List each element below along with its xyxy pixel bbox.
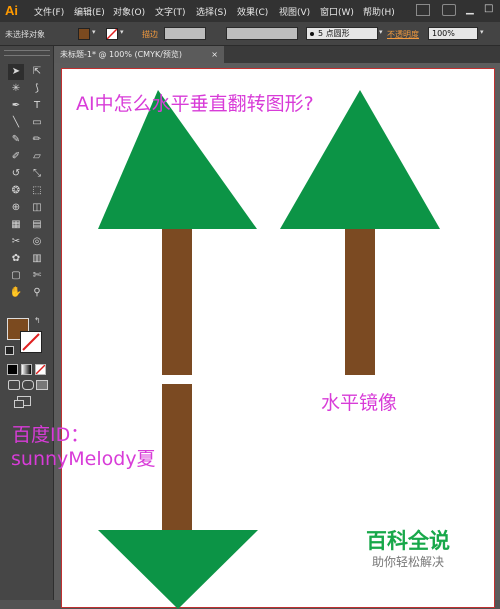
menu-view[interactable]: 视图(V) <box>279 5 310 18</box>
brand-tagline: 助你轻松解决 <box>372 555 445 569</box>
hand-tool-icon[interactable]: ✋ <box>8 285 24 301</box>
blend-tool-icon[interactable]: ◎ <box>29 234 45 250</box>
brush-definition[interactable]: 5 点圆形 <box>306 27 378 40</box>
menu-object[interactable]: 对象(O) <box>113 5 145 18</box>
perspective-tool-icon[interactable]: ◫ <box>29 200 45 216</box>
stroke-swatch[interactable] <box>106 28 118 40</box>
variable-width-profile[interactable] <box>226 27 298 40</box>
selection-status: 未选择对象 <box>5 30 45 39</box>
gradient-mode-icon[interactable] <box>21 364 32 375</box>
type-tool-icon[interactable]: T <box>29 98 45 114</box>
scale-tool-icon[interactable]: ⤡ <box>29 166 45 182</box>
gradient-tool-icon[interactable]: ▤ <box>29 217 45 233</box>
canvas-title: AI中怎么水平垂直翻转图形? <box>76 93 314 115</box>
close-tab-icon[interactable]: × <box>211 46 218 63</box>
symbol-sprayer-tool-icon[interactable]: ✿ <box>8 251 24 267</box>
stroke-color-box[interactable] <box>20 331 42 353</box>
color-mode-icon[interactable] <box>7 364 18 375</box>
brush-shape: 点圆形 <box>325 29 350 38</box>
pen-tool-icon[interactable]: ✒ <box>8 98 24 114</box>
flipped-tree-trunk[interactable] <box>162 384 192 530</box>
eraser-tool-icon[interactable]: ▱ <box>29 149 45 165</box>
blob-brush-tool-icon[interactable]: ✐ <box>8 149 24 165</box>
swap-fill-stroke-icon[interactable]: ↰ <box>34 316 41 325</box>
draw-behind-icon[interactable] <box>22 380 34 390</box>
credit-line-2: sunnyMelody夏 <box>11 448 156 470</box>
none-mode-icon[interactable] <box>35 364 46 375</box>
menu-window[interactable]: 窗口(W) <box>320 5 354 18</box>
menu-select[interactable]: 选择(S) <box>196 5 227 18</box>
layout-icon[interactable] <box>442 4 456 16</box>
draw-normal-icon[interactable] <box>8 380 20 390</box>
document-tab-label: 未标题-1* @ 100% (CMYK/预览) <box>60 50 183 59</box>
control-bar: 未选择对象 ▾ ▾ 描边 5 点圆形 ▾ 不透明度 100% ▾ <box>0 22 500 46</box>
opacity-label[interactable]: 不透明度 <box>387 29 419 40</box>
screen-mode-icon[interactable] <box>14 396 31 408</box>
eyedropper-tool-icon[interactable]: ✂ <box>8 234 24 250</box>
draw-inside-icon[interactable] <box>36 380 48 390</box>
fill-dropdown-icon[interactable]: ▾ <box>92 28 96 36</box>
menu-edit[interactable]: 编辑(E) <box>74 5 105 18</box>
rotate-tool-icon[interactable]: ↺ <box>8 166 24 182</box>
selection-tool-icon[interactable]: ➤ <box>8 64 24 80</box>
fill-swatch[interactable] <box>78 28 90 40</box>
menu-help[interactable]: 帮助(H) <box>363 5 395 18</box>
menu-bar: Ai 文件(F) 编辑(E) 对象(O) 文字(T) 选择(S) 效果(C) 视… <box>0 0 500 22</box>
direct-selection-tool-icon[interactable]: ⇱ <box>29 64 45 80</box>
left-tree-trunk[interactable] <box>162 229 192 375</box>
paintbrush-tool-icon[interactable]: ✎ <box>8 132 24 148</box>
maximize-icon[interactable]: □ <box>484 3 493 14</box>
minimize-icon[interactable]: ▁ <box>466 4 474 15</box>
document-tab[interactable]: 未标题-1* @ 100% (CMYK/预览) × <box>54 46 224 63</box>
right-tree-trunk[interactable] <box>345 229 375 375</box>
app-logo: Ai <box>5 3 18 18</box>
document-tab-bar: 未标题-1* @ 100% (CMYK/预览) × <box>54 46 500 63</box>
opacity-field[interactable]: 100% <box>428 27 478 40</box>
panel-grip[interactable] <box>4 50 50 56</box>
slice-tool-icon[interactable]: ✄ <box>29 268 45 284</box>
warp-tool-icon[interactable]: ❂ <box>8 183 24 199</box>
rectangle-tool-icon[interactable]: ▭ <box>29 115 45 131</box>
default-colors-icon[interactable] <box>5 346 14 355</box>
line-tool-icon[interactable]: ╲ <box>8 115 24 131</box>
credit-line-1: 百度ID： <box>12 424 90 446</box>
shape-builder-tool-icon[interactable]: ⊕ <box>8 200 24 216</box>
lasso-tool-icon[interactable]: ⟆ <box>29 81 45 97</box>
arrange-documents-icon[interactable] <box>416 4 430 16</box>
menu-type[interactable]: 文字(T) <box>155 5 186 18</box>
opacity-dropdown-icon[interactable]: ▾ <box>480 28 484 36</box>
menu-file[interactable]: 文件(F) <box>34 5 64 18</box>
stroke-weight-field[interactable] <box>164 27 206 40</box>
mesh-tool-icon[interactable]: ▦ <box>8 217 24 233</box>
stroke-dropdown-icon[interactable]: ▾ <box>120 28 124 36</box>
tools-panel: ➤ ⇱ ✳ ⟆ ✒ T ╲ ▭ ✎ ✏ ✐ ▱ ↺ ⤡ ❂ ⬚ ⊕ ◫ ▦ ▤ ✂ ◎ ✿ ▥ ▢ ✄ ✋ ⚲ ↰ <box>0 46 54 600</box>
flipped-tree-triangle[interactable] <box>98 530 258 609</box>
brush-dropdown-icon[interactable]: ▾ <box>379 28 383 36</box>
zoom-tool-icon[interactable]: ⚲ <box>29 285 45 301</box>
graph-tool-icon[interactable]: ▥ <box>29 251 45 267</box>
free-transform-tool-icon[interactable]: ⬚ <box>29 183 45 199</box>
stroke-label[interactable]: 描边 <box>142 29 158 40</box>
brand-watermark: 百科全说 <box>366 529 450 553</box>
menu-effect[interactable]: 效果(C) <box>237 5 268 18</box>
mirror-label: 水平镜像 <box>321 392 398 414</box>
artboard-tool-icon[interactable]: ▢ <box>8 268 24 284</box>
brush-size: 5 <box>318 29 324 38</box>
magic-wand-tool-icon[interactable]: ✳ <box>8 81 24 97</box>
pencil-tool-icon[interactable]: ✏ <box>29 132 45 148</box>
